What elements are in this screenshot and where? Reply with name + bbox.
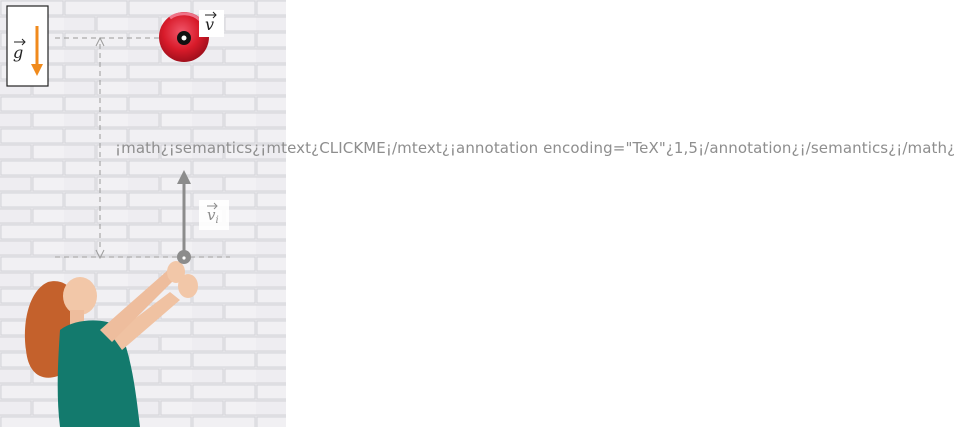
velocity-label: v: [205, 15, 214, 34]
gravity-label: g: [13, 43, 23, 62]
gravity-indicator: g: [6, 5, 49, 87]
physics-scene: vi v g: [0, 0, 286, 427]
height-label-raw-markup: ¡math¿¡semantics¿¡mtext¿CLICKME¡/mtext¿¡…: [115, 139, 956, 157]
scene-drawing: vi v g: [0, 0, 286, 427]
